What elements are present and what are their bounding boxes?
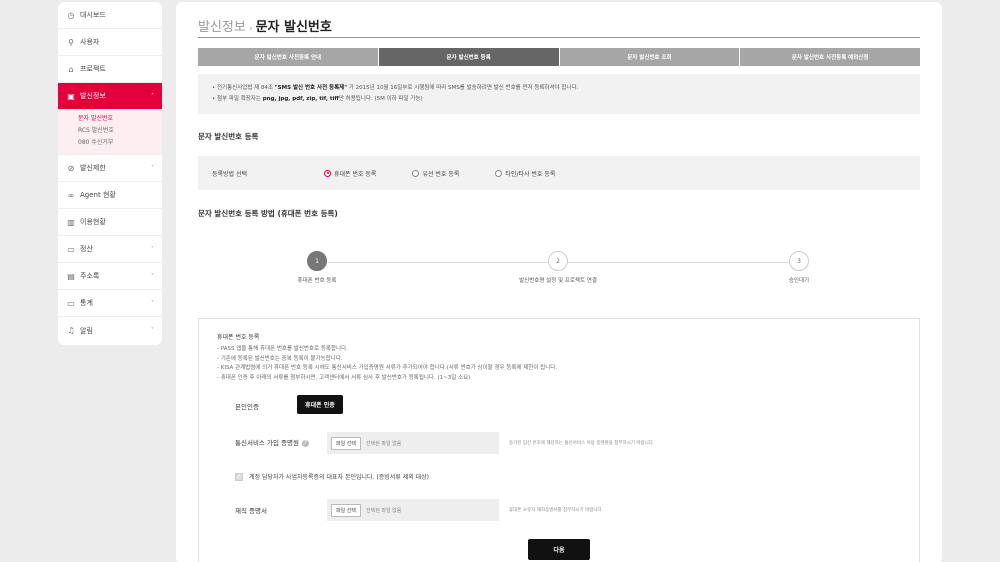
- sidebar-item-projects[interactable]: ⌂ 프로젝트: [58, 56, 162, 83]
- employment-file-input: 파일 선택 선택된 파일 없음: [327, 499, 499, 521]
- cert-label: 통신서비스 가입 증명원?: [235, 437, 309, 447]
- checkbox-disabled-icon[interactable]: ✓: [235, 472, 243, 481]
- mobile-register-form: 휴대폰 번호 등록 - PASS 앱을 통해 휴대폰 번호를 발신번호로 등록합…: [198, 318, 920, 562]
- sidebar-subnav: 문자 발신번호 RCS 발신번호 080 수신거부: [58, 110, 162, 155]
- sidebar-item-label: 주소록: [80, 272, 100, 280]
- title-divider: [198, 37, 920, 38]
- sidebar-item-address-book[interactable]: ▤ 주소록 ˅: [58, 263, 162, 290]
- sidebar-item-stats[interactable]: ▭ 통계 ˅: [58, 290, 162, 317]
- register-section-title: 문자 발신번호 등록: [198, 132, 259, 141]
- radio-empty-icon: [495, 169, 503, 177]
- chevron-down-icon: ˅: [151, 327, 154, 334]
- tab-bar: 문자 발신번호 사전등록 안내 문자 발신번호 등록 문자 발신번호 조회 문자…: [198, 48, 920, 66]
- sidebar-item-billing[interactable]: ▭ 정산 ˅: [58, 236, 162, 263]
- dashboard-icon: ◷: [67, 10, 75, 20]
- breadcrumb-parent[interactable]: 발신정보: [198, 20, 246, 35]
- sidebar-item-agent[interactable]: ∞ Agent 현황: [58, 182, 162, 209]
- cert-hint: 등기된 입신 번호에 해당하는 통신서비스 이용 증명원을 첨부하시기 바랍니다…: [509, 441, 655, 446]
- subnav-item-080-reject[interactable]: 080 수신거부: [78, 137, 162, 149]
- chevron-up-icon: ˄: [151, 92, 154, 100]
- step-1-circle: 1: [307, 251, 327, 271]
- sidebar-item-block[interactable]: ⊘ 발신제한 ˅: [58, 155, 162, 182]
- radio-empty-icon: [412, 169, 420, 177]
- chevron-down-icon: ˅: [151, 299, 154, 307]
- breadcrumb-separator-icon: ›: [248, 24, 253, 34]
- help-icon[interactable]: ?: [301, 439, 309, 447]
- method-label: 등록방법 선택: [212, 170, 248, 178]
- employment-hint: 휴대폰 소유자 재직증명서를 첨부하시기 바랍니다.: [509, 508, 604, 513]
- address-book-icon: ▤: [67, 271, 75, 281]
- sidebar-item-label: 발신정보: [80, 92, 106, 100]
- form-guide: - PASS 앱을 통해 휴대폰 번호를 발신번호로 등록합니다. - 기존에 …: [217, 346, 558, 381]
- step-2-circle: 2: [548, 251, 568, 271]
- notice-box: • 전기통신사업법 제 84조 "SMS 발신 번호 사전 등록제" 가 201…: [198, 74, 920, 114]
- usage-chart-icon: ▥: [67, 217, 75, 227]
- sidebar-item-label: 정산: [80, 245, 93, 253]
- employment-label: 재직 증명서: [235, 507, 267, 515]
- step-3-label: 승인대기: [788, 278, 810, 284]
- verify-label: 본인인증: [235, 403, 259, 411]
- cert-file-status: 선택된 파일 없음: [366, 440, 402, 447]
- method-selector: 등록방법 선택 휴대폰 번호 등록 유선 번호 등록 타인/타사 번호 등록: [198, 156, 920, 190]
- tab-exception-request[interactable]: 문자 발신번호 사전등록 예외신청: [740, 48, 920, 66]
- sidebar-item-sender-info[interactable]: ▣ 발신정보 ˄: [58, 83, 162, 110]
- chevron-down-icon: ˅: [151, 245, 154, 253]
- representative-checkbox-row[interactable]: ✓ 계정 담당자가 사업자등록증의 대표자 본인입니다. (증빙서류 제외 대상…: [235, 472, 429, 481]
- sidebar-item-alerts[interactable]: ♫ 알림 ˅: [58, 317, 162, 344]
- sidebar-item-label: 통계: [80, 299, 93, 307]
- tab-register[interactable]: 문자 발신번호 등록: [378, 48, 560, 66]
- subnav-item-sms-number[interactable]: 문자 발신번호: [78, 113, 162, 125]
- cert-file-button[interactable]: 파일 선택: [331, 436, 361, 450]
- method-section-title: 문자 발신번호 등록 방법 (휴대폰 번호 등록): [198, 209, 338, 218]
- employment-file-button[interactable]: 파일 선택: [331, 503, 361, 517]
- chevron-down-icon: ˅: [151, 272, 154, 280]
- block-icon: ⊘: [67, 163, 75, 173]
- bell-icon: ♫: [67, 326, 75, 335]
- radio-other[interactable]: 타인/타사 번호 등록: [495, 169, 555, 178]
- employment-file-status: 선택된 파일 없음: [366, 507, 402, 514]
- radio-landline[interactable]: 유선 번호 등록: [412, 169, 459, 178]
- sidebar: ◷ 대시보드 ⚲ 사용자 ⌂ 프로젝트 ▣ 발신정보 ˄ 문자 발신번호 RCS…: [58, 2, 162, 345]
- sidebar-item-label: Agent 현황: [80, 191, 116, 199]
- project-icon: ⌂: [68, 64, 74, 74]
- notice-line-2: • 첨부 파일 확장자는 png, jpg, pdf, zip, tif, ti…: [212, 96, 423, 102]
- step-2-label: 발신번호명 설정 및 프로젝트 연결: [519, 278, 597, 284]
- notice-line-1: • 전기통신사업법 제 84조 "SMS 발신 번호 사전 등록제" 가 201…: [212, 85, 579, 91]
- breadcrumb-current: 문자 발신번호: [255, 20, 332, 35]
- next-button[interactable]: 다음: [528, 539, 590, 560]
- sidebar-item-label: 알림: [80, 326, 93, 335]
- radio-selected-icon: [324, 169, 331, 177]
- step-3-circle: 3: [789, 251, 809, 271]
- tab-preregistration-guide[interactable]: 문자 발신번호 사전등록 안내: [198, 48, 379, 66]
- sidebar-item-label: 프로젝트: [80, 65, 106, 73]
- sidebar-item-label: 발신제한: [80, 164, 106, 172]
- stats-monitor-icon: ▭: [67, 298, 75, 308]
- billing-icon: ▭: [67, 244, 75, 254]
- sender-info-icon: ▣: [67, 91, 75, 101]
- link-icon: ∞: [67, 190, 75, 200]
- page-title: 발신정보 › 문자 발신번호: [198, 16, 332, 35]
- sidebar-item-users[interactable]: ⚲ 사용자: [58, 29, 162, 56]
- radio-mobile[interactable]: 휴대폰 번호 등록: [324, 169, 376, 178]
- cert-file-input: 파일 선택 선택된 파일 없음: [327, 432, 499, 454]
- sidebar-item-usage[interactable]: ▥ 이용현황: [58, 209, 162, 236]
- main-panel: 발신정보 › 문자 발신번호 문자 발신번호 사전등록 안내 문자 발신번호 등록 …: [176, 2, 942, 562]
- sidebar-item-label: 대시보드: [80, 11, 106, 19]
- mobile-verify-button[interactable]: 휴대폰 인증: [297, 395, 343, 414]
- sidebar-item-label: 사용자: [80, 38, 100, 46]
- chevron-down-icon: ˅: [151, 164, 154, 172]
- checkbox-label: 계정 담당자가 사업자등록증의 대표자 본인입니다. (증빙서류 제외 대상): [249, 474, 430, 481]
- tab-lookup[interactable]: 문자 발신번호 조회: [559, 48, 741, 66]
- form-title: 휴대폰 번호 등록: [217, 334, 260, 341]
- subnav-item-rcs-number[interactable]: RCS 발신번호: [78, 125, 162, 137]
- sidebar-item-label: 이용현황: [80, 218, 106, 226]
- user-icon: ⚲: [68, 37, 74, 47]
- step-1-label: 휴대폰 번호 등록: [297, 278, 337, 284]
- sidebar-item-dashboard[interactable]: ◷ 대시보드: [58, 2, 162, 29]
